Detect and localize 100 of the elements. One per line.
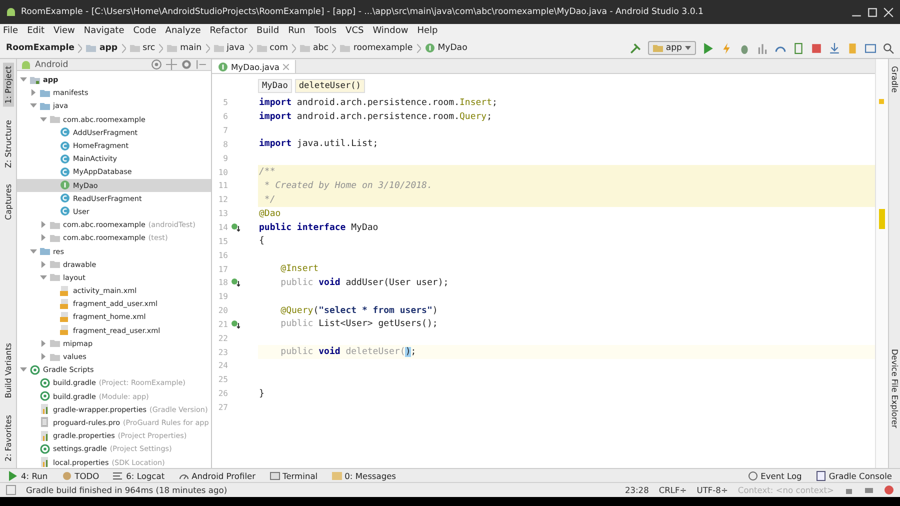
tool-window-button[interactable]: Android Profiler <box>178 470 256 480</box>
chevron-icon <box>206 44 210 52</box>
breadcrumb[interactable]: RoomExample <box>6 43 74 53</box>
line-separator[interactable]: CRLF÷ <box>658 485 687 495</box>
chevron-icon <box>248 44 253 52</box>
speech-bubble-icon <box>748 470 758 480</box>
tool-window-tab[interactable]: Build Variants <box>2 340 14 402</box>
hammer-icon[interactable] <box>630 42 641 54</box>
run-config-dropdown[interactable]: app <box>648 41 696 55</box>
code-line: public void addUser(User user); <box>280 278 449 288</box>
menu-item[interactable]: Navigate <box>84 26 124 36</box>
tool-window-button[interactable]: Event Log <box>748 470 802 480</box>
menu-item[interactable]: Build <box>256 26 280 36</box>
implemented-marker-icon[interactable] <box>230 320 240 329</box>
chevron-icon <box>78 44 82 52</box>
tool-window-tab[interactable]: Device File Explorer <box>889 346 900 431</box>
folder-icon <box>40 88 50 98</box>
tool-window-tab[interactable]: 1: Project <box>2 63 14 107</box>
breadcrumb[interactable]: MyDao <box>424 43 468 53</box>
folder-icon <box>50 338 60 348</box>
line-number: 21 <box>217 320 228 329</box>
gradle-icon <box>40 378 50 388</box>
breadcrumb[interactable]: com <box>256 43 288 53</box>
folder-icon <box>50 352 60 362</box>
code-line: } <box>258 388 264 399</box>
tool-window-tab[interactable]: Z: Structure <box>2 116 14 171</box>
editor-tab[interactable]: MyDao.java <box>212 60 296 73</box>
target-icon[interactable] <box>151 59 162 70</box>
android-logo-icon <box>21 60 31 70</box>
tool-window-button[interactable]: Terminal <box>270 470 318 480</box>
stop-icon[interactable] <box>811 42 822 54</box>
menu-item[interactable]: File <box>3 26 18 36</box>
tool-window-button[interactable]: 0: Messages <box>332 470 396 480</box>
settings-icon[interactable] <box>181 59 192 70</box>
breadcrumb[interactable]: abc <box>300 43 328 53</box>
menu-item[interactable]: Help <box>417 26 438 36</box>
menu-item[interactable]: Tools <box>314 26 337 36</box>
tool-window-button[interactable]: 6: Logcat <box>113 470 165 480</box>
terminal-icon <box>270 470 280 480</box>
line-number: 20 <box>217 306 228 316</box>
tool-window-button[interactable]: Gradle Console <box>816 470 892 480</box>
folder-icon <box>86 43 96 53</box>
folder-icon <box>130 43 140 53</box>
folder-icon <box>340 43 350 53</box>
window-icon[interactable] <box>865 42 876 54</box>
line-number: 18 <box>217 278 228 288</box>
menu-item[interactable]: VCS <box>346 26 364 36</box>
device-icon[interactable] <box>793 42 804 54</box>
properties-file-icon <box>40 430 50 441</box>
line-number: 11 <box>217 181 228 190</box>
chevron-icon <box>159 44 164 52</box>
hide-icon[interactable] <box>196 59 207 70</box>
maximize-button[interactable] <box>867 6 878 18</box>
implemented-marker-icon[interactable] <box>230 278 240 288</box>
tool-window-tab[interactable]: 2: Favorites <box>2 412 14 464</box>
module-folder-icon <box>30 74 40 85</box>
close-button[interactable] <box>883 6 894 18</box>
tool-window-tab[interactable]: Captures <box>2 180 14 223</box>
line-number: 16 <box>217 250 228 260</box>
line-number: 15 <box>217 236 228 246</box>
line-number: 8 <box>222 140 228 149</box>
lightning-icon[interactable] <box>721 42 732 54</box>
tool-window-button[interactable]: 4: Run <box>8 470 48 480</box>
line-number: 14 <box>217 223 228 232</box>
menu-item[interactable]: Run <box>288 26 306 36</box>
menu-item[interactable]: View <box>54 26 75 36</box>
error-icon <box>884 485 894 495</box>
menu-item[interactable]: Edit <box>27 26 44 36</box>
interface-icon <box>218 62 228 72</box>
search-icon[interactable] <box>883 42 894 54</box>
menu-item[interactable]: Refactor <box>210 26 248 36</box>
xml-file-icon <box>60 298 70 309</box>
menu-item[interactable]: Window <box>372 26 408 36</box>
menu-item[interactable]: Code <box>133 26 156 36</box>
breadcrumb[interactable]: roomexample <box>340 43 413 53</box>
warning-marker[interactable] <box>879 99 884 104</box>
close-icon[interactable] <box>282 64 288 70</box>
file-encoding[interactable]: UTF-8÷ <box>696 485 728 495</box>
breadcrumb[interactable]: app <box>86 43 118 53</box>
interface-icon <box>60 180 70 190</box>
expand-arrow-icon <box>30 248 37 255</box>
tool-window-button[interactable]: TODO <box>62 470 100 480</box>
chevron-icon <box>416 44 421 52</box>
download-icon[interactable] <box>829 42 840 54</box>
code-breadcrumb[interactable]: deleteUser() <box>294 79 365 93</box>
play-icon[interactable] <box>703 42 714 54</box>
breadcrumb[interactable]: src <box>130 43 156 53</box>
code-breadcrumb[interactable]: MyDao <box>258 79 292 93</box>
code-line: */ <box>263 194 276 205</box>
menu-item[interactable]: Analyze <box>165 26 201 36</box>
breadcrumb[interactable]: java <box>214 43 245 53</box>
implemented-marker-icon[interactable] <box>230 223 240 232</box>
bars-icon[interactable] <box>757 42 768 54</box>
line-number: 7 <box>222 126 228 136</box>
line-number: 26 <box>217 389 228 398</box>
caret-position[interactable]: 23:28 <box>624 485 649 495</box>
line-number: 9 <box>222 154 228 163</box>
breadcrumb[interactable]: main <box>167 43 202 53</box>
scroll-thumb[interactable] <box>879 209 885 229</box>
tool-window-tab[interactable]: Gradle <box>889 63 900 96</box>
